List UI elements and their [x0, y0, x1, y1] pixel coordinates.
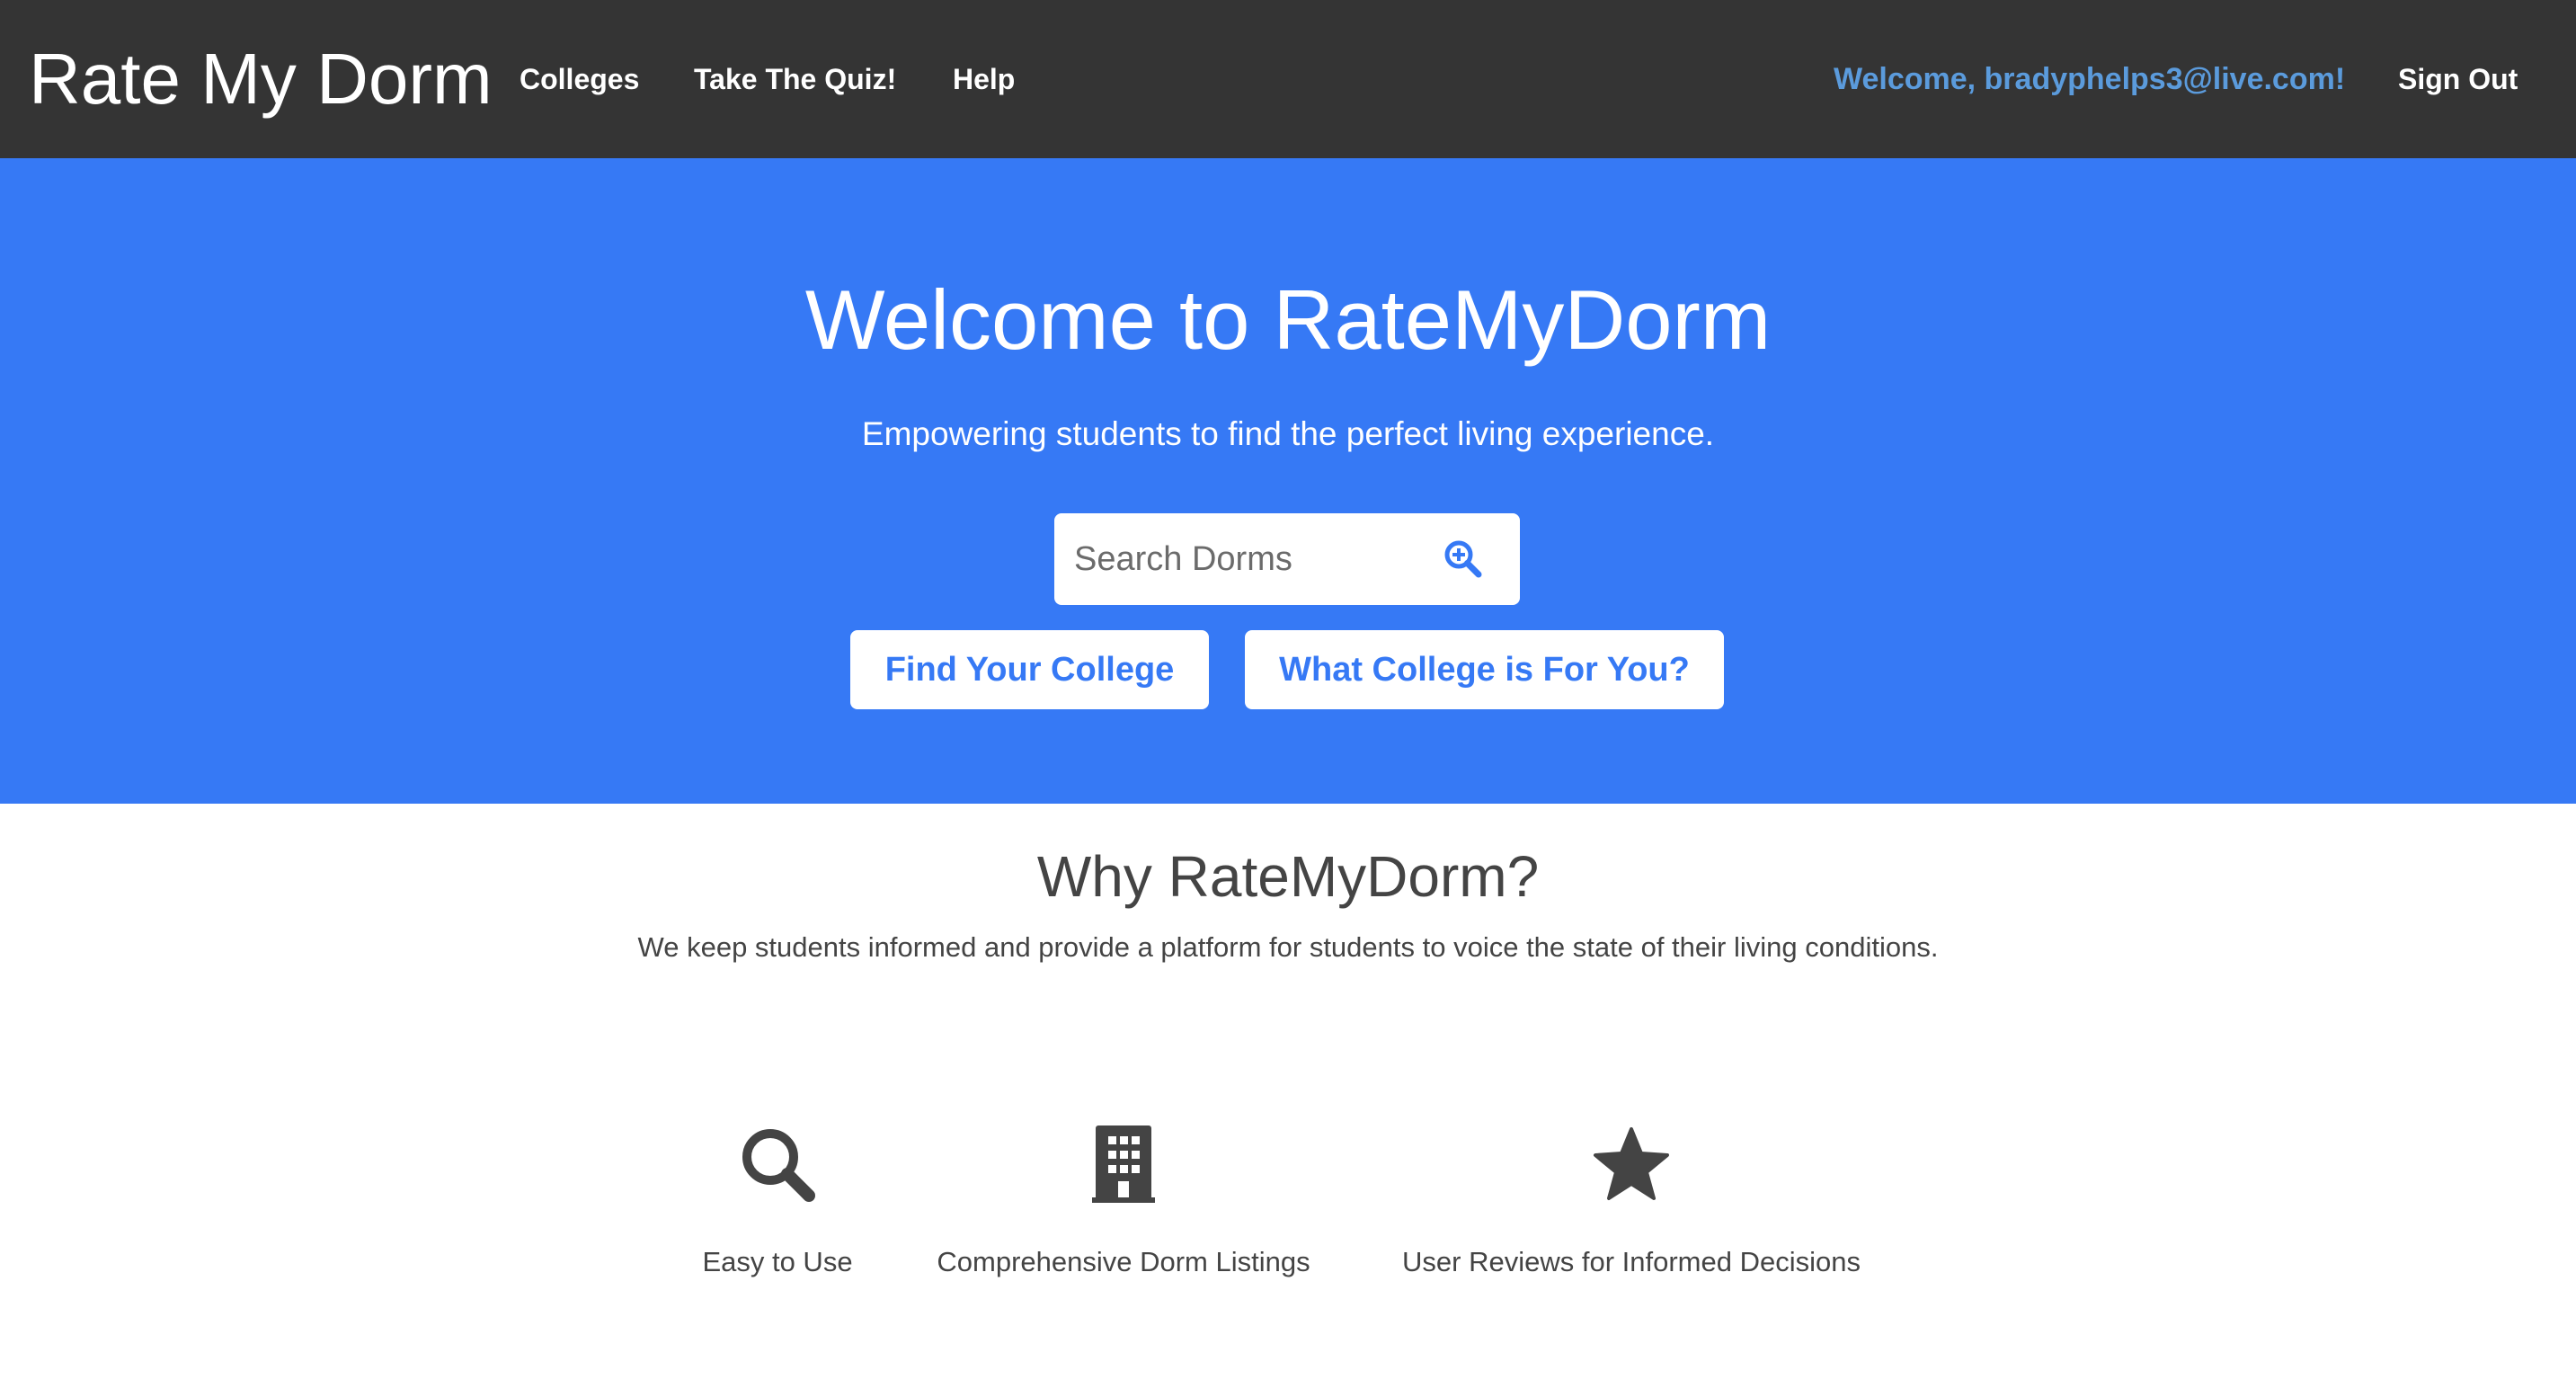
hero-title: Welcome to RateMyDorm [804, 272, 1772, 367]
feature-label: Comprehensive Dorm Listings [937, 1246, 1310, 1277]
brand-logo-link[interactable]: Rate My Dorm [29, 36, 493, 122]
building-icon [1083, 1124, 1164, 1205]
search-icon [737, 1124, 818, 1205]
feature-label: User Reviews for Informed Decisions [1402, 1246, 1861, 1277]
sign-out-link[interactable]: Sign Out [2398, 58, 2518, 101]
welcome-user-text: Welcome, bradyphelps3@live.com! [1834, 62, 2346, 96]
search-dorms-input[interactable] [1072, 531, 1414, 587]
top-navbar: Rate My Dorm Colleges Take The Quiz! Hel… [0, 0, 2576, 158]
why-section-text: We keep students informed and provide a … [637, 931, 1939, 963]
hero-section: Welcome to RateMyDorm Empowering student… [0, 158, 2576, 804]
nav-link-help[interactable]: Help [953, 58, 1015, 101]
find-your-college-button[interactable]: Find Your College [850, 630, 1209, 709]
feature-user-reviews: User Reviews for Informed Decisions [1375, 1124, 1888, 1286]
nav-link-quiz[interactable]: Take The Quiz! [694, 58, 896, 101]
search-box [1054, 513, 1520, 605]
college-quiz-button[interactable]: What College is For You? [1245, 630, 1724, 709]
feature-label: Easy to Use [702, 1246, 853, 1277]
feature-easy-to-use: Easy to Use [665, 1124, 890, 1286]
why-section-title: Why RateMyDorm? [1036, 844, 1540, 909]
feature-dorm-listings: Comprehensive Dorm Listings [917, 1124, 1330, 1286]
star-icon [1591, 1124, 1672, 1205]
nav-link-colleges[interactable]: Colleges [520, 58, 639, 101]
hero-subtitle: Empowering students to find the perfect … [861, 415, 1715, 452]
zoom-in-icon[interactable] [1441, 537, 1486, 582]
